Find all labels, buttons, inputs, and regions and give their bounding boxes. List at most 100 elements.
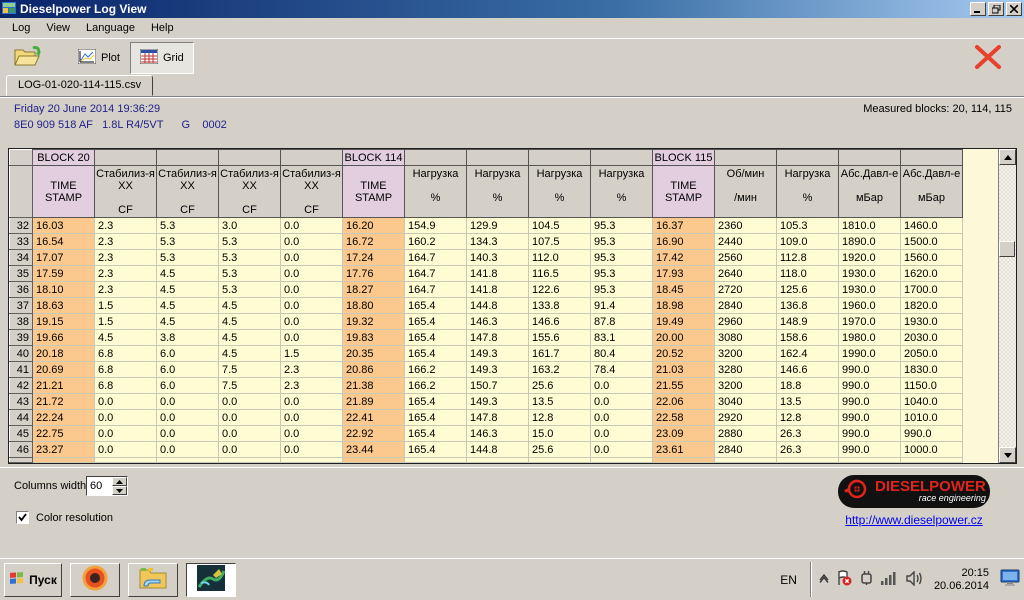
column-header[interactable]: TIME STAMP xyxy=(652,165,715,218)
grid-cell[interactable]: 4.5 xyxy=(218,345,281,362)
grid-cell[interactable]: 2560 xyxy=(714,249,777,266)
grid-cell[interactable]: 1.5 xyxy=(94,297,157,314)
grid-cell[interactable]: 107.5 xyxy=(528,233,591,250)
grid-cell[interactable]: 165.4 xyxy=(404,409,467,426)
column-header[interactable]: Стабилиз-я XX CF xyxy=(280,165,343,218)
grid-cell[interactable]: 122.6 xyxy=(528,281,591,298)
grid-cell[interactable]: 165.4 xyxy=(404,441,467,458)
taskbar-app-logview[interactable] xyxy=(186,562,236,597)
grid-cell[interactable]: 1960.0 xyxy=(838,297,901,314)
grid-cell[interactable]: 0.0 xyxy=(590,393,653,410)
row-number[interactable]: 41 xyxy=(9,361,33,378)
grid-cell[interactable]: 1930.0 xyxy=(838,281,901,298)
open-file-button[interactable] xyxy=(6,42,50,74)
menu-item-language[interactable]: Language xyxy=(78,20,143,36)
column-header[interactable]: Нагрузка % xyxy=(776,165,839,218)
grid-cell[interactable]: 2.3 xyxy=(280,361,343,378)
grid-cell[interactable]: 165.4 xyxy=(404,329,467,346)
column-header[interactable]: Нагрузка % xyxy=(404,165,467,218)
grid-cell[interactable]: 1000.0 xyxy=(900,441,963,458)
grid-cell[interactable]: 0.0 xyxy=(280,297,343,314)
grid-cell[interactable]: 16.90 xyxy=(652,233,715,250)
grid-cell[interactable]: 112.8 xyxy=(776,249,839,266)
grid-cell[interactable]: 1500.0 xyxy=(900,233,963,250)
grid-cell[interactable]: 5.3 xyxy=(156,233,219,250)
grid-cell[interactable]: 2880 xyxy=(714,425,777,442)
grid-cell[interactable]: 2.3 xyxy=(94,281,157,298)
grid-cell[interactable]: 990.0 xyxy=(838,441,901,458)
grid-cell[interactable]: 1990.0 xyxy=(838,345,901,362)
close-log-button[interactable] xyxy=(970,42,1006,74)
clock[interactable]: 20:15 20.06.2014 xyxy=(930,567,993,593)
dieselpower-link[interactable]: http://www.dieselpower.cz xyxy=(838,513,990,527)
grid-cell[interactable]: 1930.0 xyxy=(838,265,901,282)
grid-cell[interactable]: 164.7 xyxy=(404,281,467,298)
grid-cell[interactable]: 166.2 xyxy=(404,377,467,394)
row-number[interactable]: 34 xyxy=(9,249,33,266)
grid-cell[interactable]: 158.6 xyxy=(776,329,839,346)
grid-cell[interactable]: 19.66 xyxy=(32,329,95,346)
grid-cell[interactable]: 20.35 xyxy=(342,345,405,362)
grid-cell[interactable]: 0.0 xyxy=(218,409,281,426)
grid-cell[interactable]: 18.27 xyxy=(342,281,405,298)
grid-cell[interactable]: 17.24 xyxy=(342,249,405,266)
grid-cell[interactable]: 18.10 xyxy=(32,281,95,298)
grid-cell[interactable]: 109.0 xyxy=(776,233,839,250)
grid-cell[interactable]: 25.6 xyxy=(528,377,591,394)
grid-button[interactable]: Grid xyxy=(129,41,194,74)
grid-cell[interactable]: 6.0 xyxy=(156,345,219,362)
vertical-scrollbar[interactable] xyxy=(998,149,1016,463)
grid-cell[interactable]: 17.42 xyxy=(652,249,715,266)
grid-cell[interactable]: 18.80 xyxy=(342,297,405,314)
grid-cell[interactable]: 4.5 xyxy=(94,329,157,346)
grid-cell[interactable]: 95.3 xyxy=(590,249,653,266)
grid-cell[interactable]: 3.0 xyxy=(218,217,281,234)
grid-cell[interactable]: 165.4 xyxy=(404,313,467,330)
grid-cell[interactable]: 2.3 xyxy=(94,249,157,266)
grid-cell[interactable]: 12.8 xyxy=(776,409,839,426)
grid-cell[interactable]: 3040 xyxy=(714,393,777,410)
grid-cell[interactable]: 0.0 xyxy=(156,425,219,442)
grid-cell[interactable]: 1560.0 xyxy=(900,249,963,266)
grid-cell[interactable]: 125.6 xyxy=(776,281,839,298)
grid-cell[interactable]: 148.9 xyxy=(776,313,839,330)
grid-cell[interactable]: 6.8 xyxy=(94,361,157,378)
grid-cell[interactable]: 990.0 xyxy=(838,377,901,394)
grid-cell[interactable]: 17.76 xyxy=(342,265,405,282)
row-number[interactable]: 46 xyxy=(9,441,33,458)
row-number[interactable]: 32 xyxy=(9,217,33,234)
grid-cell[interactable]: 1620.0 xyxy=(900,265,963,282)
row-number[interactable]: 45 xyxy=(9,425,33,442)
grid-cell[interactable]: 1040.0 xyxy=(900,393,963,410)
grid-cell[interactable]: 20.52 xyxy=(652,345,715,362)
grid-cell[interactable]: 83.1 xyxy=(590,329,653,346)
grid-cell[interactable]: 6.0 xyxy=(156,377,219,394)
grid-cell[interactable]: 17.93 xyxy=(652,265,715,282)
grid-cell[interactable]: 147.8 xyxy=(466,409,529,426)
grid-cell[interactable]: 2720 xyxy=(714,281,777,298)
grid-cell[interactable]: 16.37 xyxy=(652,217,715,234)
grid-cell[interactable]: 165.4 xyxy=(404,297,467,314)
grid-cell[interactable]: 990.0 xyxy=(838,425,901,442)
taskbar-app-files[interactable] xyxy=(128,562,178,597)
grid-cell[interactable]: 4.5 xyxy=(156,281,219,298)
grid-cell[interactable]: 129.9 xyxy=(466,217,529,234)
grid-cell[interactable]: 990.0 xyxy=(838,393,901,410)
grid-cell[interactable]: 20.86 xyxy=(342,361,405,378)
grid-cell[interactable]: 21.21 xyxy=(32,377,95,394)
grid-cell[interactable]: 0.0 xyxy=(280,425,343,442)
row-number[interactable]: 39 xyxy=(9,329,33,346)
chevron-up-icon[interactable] xyxy=(819,573,829,586)
grid-cell[interactable]: 16.20 xyxy=(342,217,405,234)
grid-cell[interactable]: 5.3 xyxy=(218,265,281,282)
grid-cell[interactable]: 164.7 xyxy=(404,265,467,282)
grid-cell[interactable]: 0.0 xyxy=(218,441,281,458)
grid-cell[interactable]: 18.8 xyxy=(776,377,839,394)
grid-cell[interactable]: 23.09 xyxy=(652,425,715,442)
grid-cell[interactable]: 0.0 xyxy=(280,265,343,282)
column-header[interactable]: Стабилиз-я XX CF xyxy=(94,165,157,218)
grid-cell[interactable]: 0.0 xyxy=(280,409,343,426)
grid-cell[interactable]: 154.9 xyxy=(404,217,467,234)
grid-cell[interactable]: 0.0 xyxy=(94,393,157,410)
grid-cell[interactable]: 149.3 xyxy=(466,393,529,410)
